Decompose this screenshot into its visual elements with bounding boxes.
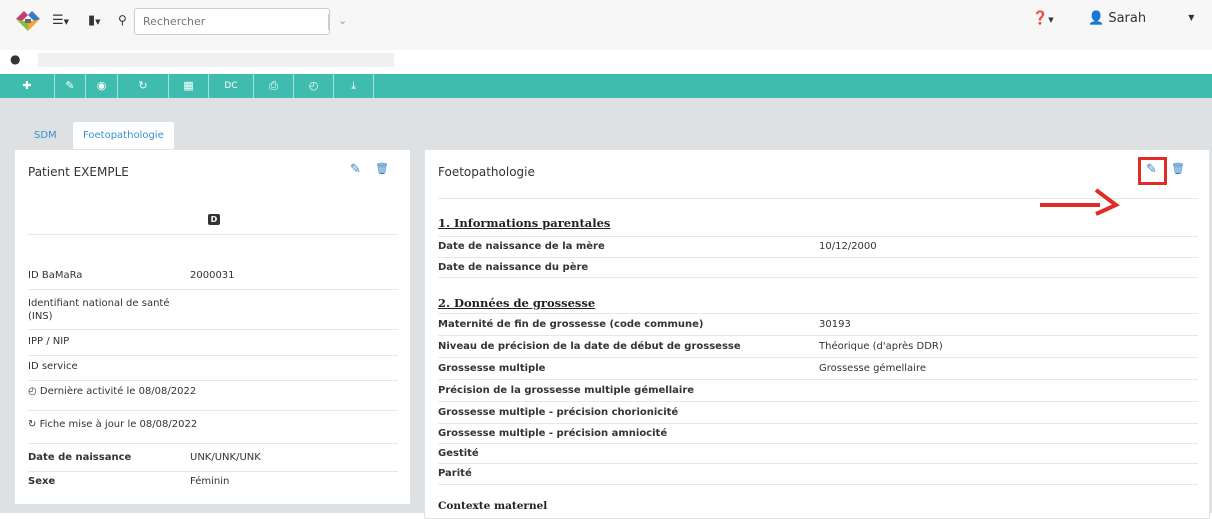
trash-icon[interactable]: 🗑: [375, 162, 389, 175]
top-navbar: ☰▼ ▮▼ ⚲ ⌄ ❓▼ 👤 Sarah ▼ ●: [0, 0, 1212, 66]
history-button[interactable]: ◴: [294, 74, 334, 98]
tab-sdm[interactable]: SDM: [24, 122, 67, 150]
divider: [28, 234, 398, 235]
pencil-icon[interactable]: ✎: [350, 162, 361, 177]
record-updated-text: Fiche mise à jour le 08/08/2022: [39, 419, 198, 430]
help-icon[interactable]: ❓▼: [1032, 11, 1054, 26]
action-toolbar: ✚ ✎ ◉ ↻ ▦ DC ⎙ ◴ ⤓: [0, 74, 1212, 98]
data-row: Grossesse multiple - précision chorionic…: [438, 402, 1198, 424]
logo-icon[interactable]: [16, 11, 40, 33]
chevron-down-icon[interactable]: ⌄: [338, 14, 347, 27]
field-row: ID BaMaRa 2000031: [28, 270, 398, 290]
last-activity-text: Dernière activité le 08/08/2022: [39, 386, 197, 397]
section-heading: 2. Données de grossesse: [438, 296, 596, 310]
record-updated: ↻ Fiche mise à jour le 08/08/2022: [28, 419, 197, 430]
row-label: Parité: [438, 468, 472, 479]
data-row: Grossesse multiple - précision amniocité: [438, 424, 1198, 444]
user-icon: 👤: [1088, 11, 1105, 26]
birth-label: Date de naissance: [28, 452, 132, 463]
birth-value: UNK/UNK/UNK: [190, 452, 261, 463]
plus-icon: ✚: [22, 79, 32, 92]
tab-foetopathologie[interactable]: Foetopathologie: [73, 122, 174, 150]
clock-icon: ◴: [308, 79, 319, 92]
data-row: Date de naissance du père: [438, 258, 1198, 278]
field-value: 2000031: [190, 270, 235, 281]
location-button[interactable]: ◉: [86, 74, 118, 98]
sex-row: Sexe Féminin: [28, 476, 398, 497]
field-row: Identifiant national de santé (INS): [28, 297, 398, 330]
search-box[interactable]: ⌄: [134, 8, 347, 35]
dc-button[interactable]: DC: [209, 74, 254, 98]
map-pin-icon: ●: [10, 52, 21, 66]
row-label: Grossesse multiple - précision amniocité: [438, 428, 668, 439]
sex-value: Féminin: [190, 476, 230, 487]
status-badge: D: [208, 214, 220, 225]
edit-button[interactable]: ✎: [55, 74, 86, 98]
red-arrow: [1040, 188, 1120, 216]
data-row: Parité: [438, 464, 1198, 485]
data-row: Grossesse multiple Grossesse gémellaire: [438, 358, 1198, 380]
print-button[interactable]: ⎙: [254, 74, 294, 98]
chart-icon[interactable]: ▮▼: [88, 13, 101, 28]
menu-icon[interactable]: ☰▼: [52, 13, 69, 28]
row-label: Date de naissance du père: [438, 262, 589, 273]
pencil-icon: ✎: [65, 79, 75, 92]
row-value: 10/12/2000: [819, 241, 877, 252]
add-button[interactable]: ✚: [0, 74, 55, 98]
section-heading: 1. Informations parentales: [438, 216, 611, 230]
row-label: Précision de la grossesse multiple gémel…: [438, 385, 695, 396]
refresh-icon: ↻: [28, 419, 37, 430]
location-bar: [38, 53, 394, 67]
download-button[interactable]: ⤓: [334, 74, 374, 98]
clock-icon: ◴: [28, 386, 37, 397]
field-label: Identifiant national de santé (INS): [28, 298, 170, 322]
calendar-icon: ▦: [183, 79, 194, 92]
patient-title: Patient EXEMPLE: [28, 165, 129, 179]
download-icon: ⤓: [351, 79, 356, 92]
row-label: Gestité: [438, 448, 479, 459]
user-menu[interactable]: 👤 Sarah ▼: [1088, 11, 1194, 26]
row-label: Date de naissance de la mère: [438, 241, 605, 252]
search-input[interactable]: [135, 9, 300, 34]
subsection-heading: Contexte maternel: [438, 500, 548, 512]
trash-icon[interactable]: 🗑: [1171, 162, 1185, 175]
row-label: Niveau de précision de la date de début …: [438, 341, 741, 352]
map-pin-icon: ◉: [96, 79, 107, 92]
field-row: ID service: [28, 361, 398, 381]
panel-title: Foetopathologie: [438, 165, 535, 179]
updated-row: ↻ Fiche mise à jour le 08/08/2022: [28, 419, 398, 444]
field-label: IPP / NIP: [28, 336, 70, 347]
user-name: Sarah: [1108, 11, 1147, 26]
refresh-icon: ↻: [138, 79, 148, 92]
row-label: Grossesse multiple: [438, 363, 546, 374]
search-divider: [328, 14, 329, 30]
caret-down-icon: ▼: [1188, 13, 1195, 22]
row-label: Maternité de fin de grossesse (code comm…: [438, 319, 704, 330]
last-activity: ◴ Dernière activité le 08/08/2022: [28, 386, 196, 397]
sex-label: Sexe: [28, 476, 56, 487]
calendar-button[interactable]: ▦: [169, 74, 209, 98]
last-activity-row: ◴ Dernière activité le 08/08/2022: [28, 386, 398, 411]
field-label: ID BaMaRa: [28, 270, 83, 281]
field-row: IPP / NIP: [28, 336, 398, 356]
pencil-icon[interactable]: ✎: [1146, 162, 1157, 177]
print-icon: ⎙: [269, 79, 278, 92]
data-row: Précision de la grossesse multiple gémel…: [438, 380, 1198, 402]
field-label: ID service: [28, 361, 78, 372]
data-row: Maternité de fin de grossesse (code comm…: [438, 313, 1198, 336]
refresh-button[interactable]: ↻: [118, 74, 169, 98]
birth-row: Date de naissance UNK/UNK/UNK: [28, 452, 398, 472]
search-icon[interactable]: ⚲: [118, 13, 127, 27]
data-row: Niveau de précision de la date de début …: [438, 336, 1198, 358]
row-value: Grossesse gémellaire: [819, 363, 926, 374]
row-value: Théorique (d'après DDR): [819, 341, 943, 352]
row-value: 30193: [819, 319, 851, 330]
row-label: Grossesse multiple - précision chorionic…: [438, 407, 679, 418]
data-row: Date de naissance de la mère 10/12/2000: [438, 236, 1198, 258]
data-row: Gestité: [438, 444, 1198, 464]
